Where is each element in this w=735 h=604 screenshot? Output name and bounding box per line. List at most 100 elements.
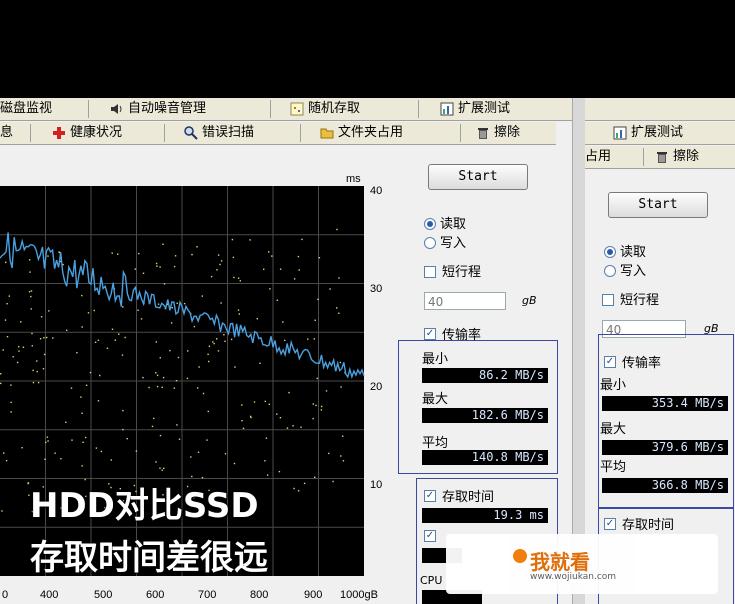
access-time-point bbox=[173, 265, 176, 268]
right-read-radio[interactable] bbox=[604, 246, 616, 258]
right-tab-erase[interactable]: 擦除 bbox=[655, 147, 699, 167]
right-short-stroke-checkbox[interactable] bbox=[602, 294, 614, 306]
y-tick-label: 20 bbox=[370, 381, 382, 393]
access-time-point bbox=[176, 302, 178, 304]
right-transfer-rate-checkbox[interactable]: ✓ bbox=[604, 356, 616, 368]
access-time-point bbox=[76, 352, 78, 354]
access-time-point bbox=[6, 336, 9, 338]
tab-disk-monitor[interactable]: 磁盘监视 bbox=[0, 99, 52, 119]
tab-label: 文件夹占用 bbox=[338, 125, 404, 140]
tab-error-scan[interactable]: 错误扫描 bbox=[184, 123, 254, 143]
tab-extra-tests[interactable]: 扩展测试 bbox=[440, 99, 510, 119]
access-time-point bbox=[157, 303, 160, 305]
right-tab-extra-tests[interactable]: 扩展测试 bbox=[613, 123, 683, 143]
access-time-point bbox=[242, 427, 245, 430]
access-time-point bbox=[171, 307, 173, 309]
burst-rate-checkbox[interactable]: ✓ bbox=[424, 530, 436, 542]
access-time-point bbox=[43, 337, 45, 339]
access-time-point bbox=[278, 470, 281, 473]
access-time-point bbox=[237, 277, 240, 279]
access-time-point bbox=[269, 288, 271, 290]
right-read-label: 读取 bbox=[620, 245, 647, 260]
write-radio[interactable] bbox=[424, 237, 436, 249]
access-time-point bbox=[224, 340, 226, 342]
access-time-point bbox=[336, 307, 338, 309]
access-time-checkbox[interactable]: ✓ bbox=[424, 490, 436, 502]
right-transfer-rate-label: 传输率 bbox=[622, 356, 662, 371]
tab-random-access[interactable]: 随机存取 bbox=[290, 99, 360, 119]
access-time-point bbox=[29, 259, 31, 261]
access-time-point bbox=[187, 350, 189, 352]
access-time-point bbox=[159, 266, 161, 268]
access-time-label: 存取时间 bbox=[442, 490, 495, 505]
tab-label: 占用 bbox=[585, 149, 612, 164]
access-time-point bbox=[268, 251, 270, 253]
access-time-point bbox=[288, 391, 290, 394]
avg-value: 140.8 MB/s bbox=[422, 450, 548, 465]
access-time-point bbox=[196, 246, 198, 248]
access-time-point bbox=[316, 377, 318, 380]
start-button[interactable]: Start bbox=[428, 164, 528, 190]
access-time-point bbox=[118, 333, 120, 335]
folder-icon bbox=[320, 128, 334, 139]
right-tab-folder-usage[interactable]: 占用 bbox=[585, 147, 611, 167]
access-time-point bbox=[138, 252, 140, 255]
x-tick-label: 900 bbox=[304, 589, 322, 601]
access-time-point bbox=[156, 374, 159, 377]
access-time-point bbox=[340, 455, 342, 457]
access-time-point bbox=[303, 482, 306, 485]
access-time-point bbox=[201, 295, 203, 297]
transfer-rate-checkbox[interactable]: ✓ bbox=[424, 328, 436, 340]
right-min-label: 最小 bbox=[600, 378, 627, 393]
access-time-point bbox=[202, 392, 205, 395]
access-time-point bbox=[173, 387, 175, 389]
access-time-point bbox=[159, 467, 161, 469]
access-time-point bbox=[223, 334, 225, 336]
access-time-point bbox=[106, 347, 109, 349]
tab-row-top: 磁盘监视 自动噪音管理 随机存取 扩展测试 bbox=[0, 98, 578, 121]
access-time-point bbox=[161, 469, 163, 471]
access-time-point bbox=[298, 269, 300, 271]
access-time-point bbox=[176, 424, 178, 426]
access-time-point bbox=[313, 338, 315, 340]
access-time-point bbox=[95, 447, 98, 449]
right-access-time-checkbox[interactable]: ✓ bbox=[604, 518, 616, 530]
tab-aam[interactable]: 自动噪音管理 bbox=[110, 99, 206, 119]
tab-info[interactable]: 息 bbox=[0, 123, 13, 143]
write-label: 写入 bbox=[440, 236, 467, 251]
right-start-button[interactable]: Start bbox=[608, 192, 708, 218]
access-time-point bbox=[142, 272, 145, 274]
access-time-point bbox=[178, 438, 181, 440]
access-time-point bbox=[66, 329, 68, 331]
access-time-point bbox=[297, 255, 300, 258]
tab-folder-usage[interactable]: 文件夹占用 bbox=[320, 123, 403, 143]
access-time-point bbox=[208, 345, 211, 347]
tab-health[interactable]: 健康状况 bbox=[52, 123, 122, 143]
access-time-point bbox=[320, 405, 323, 408]
short-stroke-input[interactable]: 40 bbox=[424, 292, 506, 310]
tab-erase[interactable]: 擦除 bbox=[476, 123, 520, 143]
access-time-point bbox=[338, 312, 340, 314]
right-write-radio[interactable] bbox=[604, 265, 616, 277]
access-time-point bbox=[87, 312, 90, 314]
read-radio[interactable] bbox=[424, 218, 436, 230]
access-time-value: 19.3 ms bbox=[422, 508, 548, 523]
access-time-point bbox=[36, 360, 38, 362]
overlay-title-line1: HDD对比SSD bbox=[30, 486, 259, 526]
access-time-point bbox=[163, 467, 165, 469]
access-time-point bbox=[212, 341, 214, 343]
access-time-point bbox=[18, 346, 20, 348]
access-time-point bbox=[155, 262, 158, 265]
access-time-point bbox=[85, 436, 87, 439]
access-time-point bbox=[336, 228, 338, 231]
access-time-point bbox=[216, 269, 218, 271]
access-time-point bbox=[312, 403, 314, 405]
access-time-point bbox=[312, 417, 314, 420]
access-time-point bbox=[328, 452, 330, 455]
short-stroke-checkbox[interactable] bbox=[424, 266, 436, 278]
extended-test-icon bbox=[613, 126, 627, 140]
access-time-point bbox=[97, 339, 100, 341]
access-time-point bbox=[207, 410, 209, 413]
access-time-point bbox=[190, 456, 192, 458]
access-time-point bbox=[10, 384, 12, 386]
